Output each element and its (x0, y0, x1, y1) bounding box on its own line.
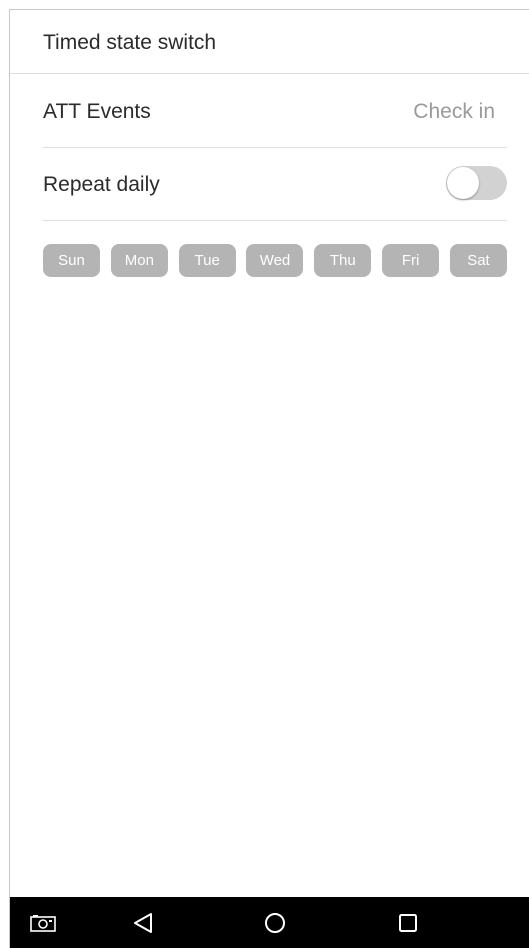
screen: Timed state switch ATT Events Check in R… (9, 9, 529, 948)
recent-apps-button[interactable] (383, 897, 433, 948)
att-events-row[interactable]: ATT Events Check in (43, 75, 507, 148)
day-chip-mon[interactable]: Mon (110, 244, 168, 277)
day-chip-thu[interactable]: Thu (314, 244, 372, 277)
day-chip-fri[interactable]: Fri (382, 244, 440, 277)
toggle-knob (447, 167, 479, 199)
weekday-selector: Sun Mon Tue Wed Thu Fri Sat (43, 244, 507, 277)
day-chip-wed[interactable]: Wed (246, 244, 304, 277)
title-bar: Timed state switch (10, 10, 529, 74)
home-button[interactable] (250, 897, 300, 948)
screenshot-button[interactable] (18, 897, 68, 948)
day-chip-tue[interactable]: Tue (178, 244, 236, 277)
att-events-label: ATT Events (43, 100, 151, 123)
day-chip-sat[interactable]: Sat (449, 244, 507, 277)
repeat-daily-toggle[interactable] (446, 166, 507, 200)
page-title: Timed state switch (43, 31, 217, 54)
att-events-value: Check in (413, 100, 495, 123)
day-chip-sun[interactable]: Sun (43, 244, 100, 277)
screenshot-icon (30, 914, 56, 932)
home-icon (265, 912, 285, 933)
back-button[interactable] (118, 897, 168, 948)
recent-apps-icon (399, 913, 417, 932)
repeat-daily-label: Repeat daily (43, 173, 160, 196)
repeat-daily-row: Repeat daily (43, 148, 507, 221)
system-navigation-bar (10, 897, 529, 948)
back-icon (134, 912, 152, 933)
